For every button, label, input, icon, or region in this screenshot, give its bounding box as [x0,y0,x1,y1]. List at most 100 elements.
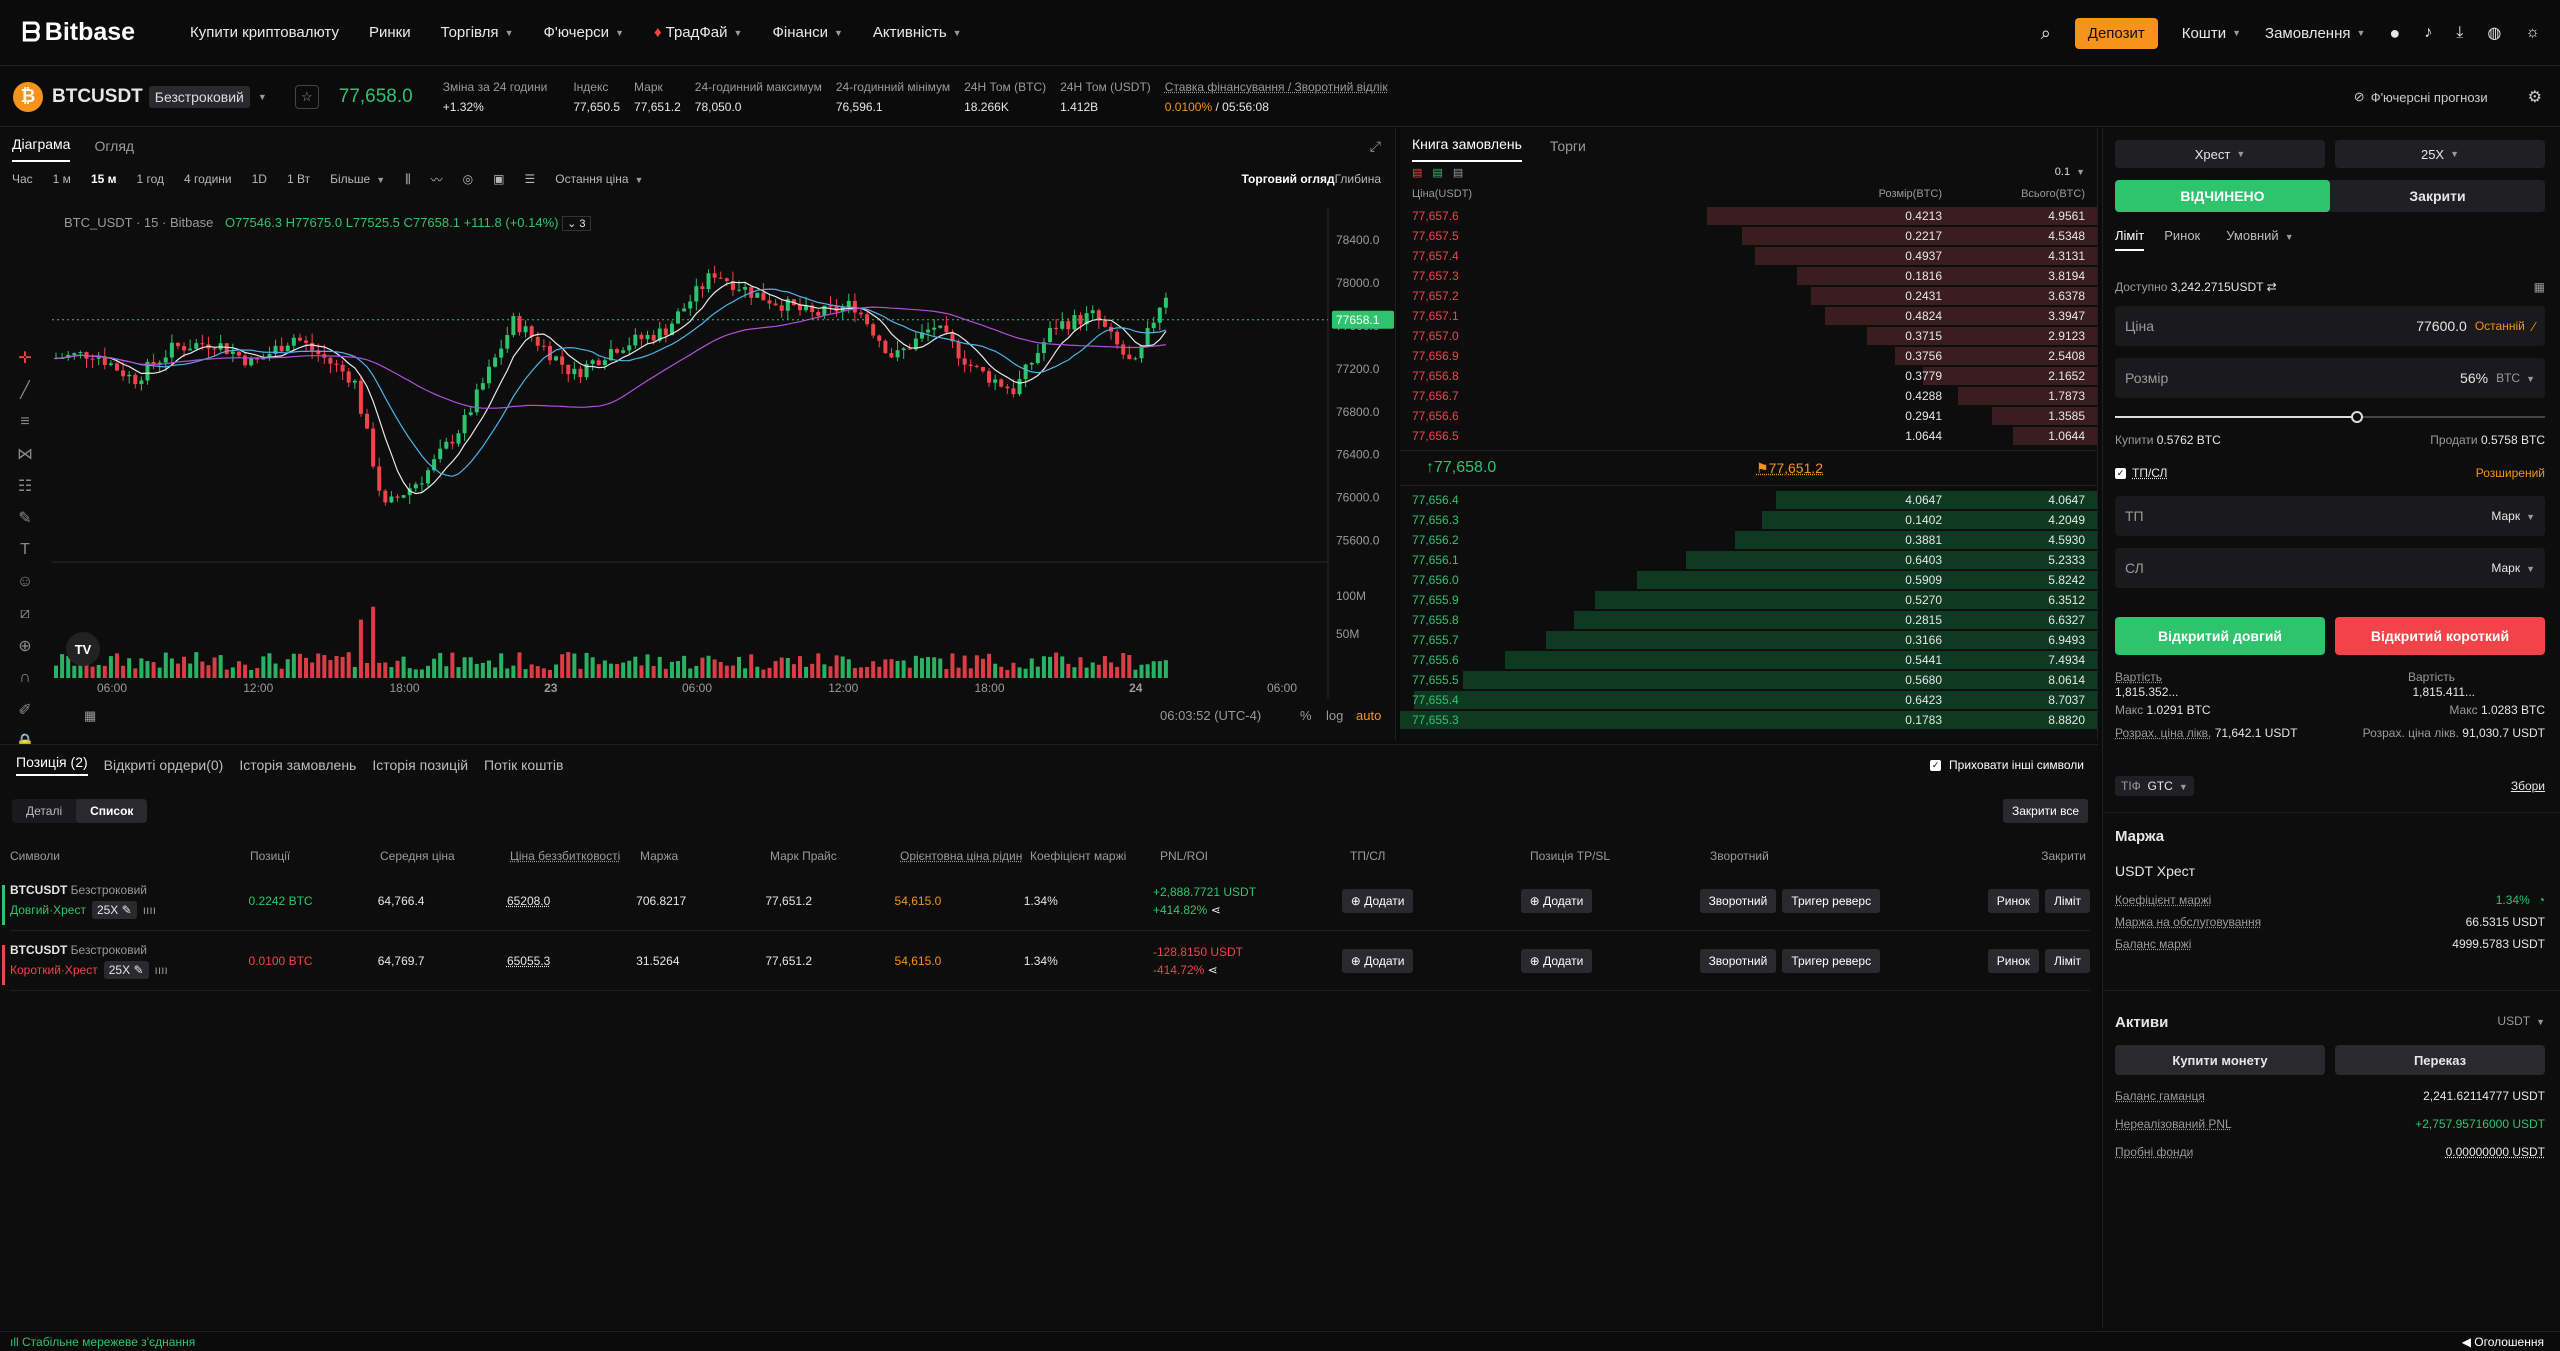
reverse-button[interactable]: Зворотний [1700,889,1777,913]
ask-row[interactable]: 77,657.3 0.1816 3.8194 [1400,266,2097,286]
bid-row[interactable]: 77,655.7 0.3166 6.9493 [1400,630,2097,650]
alert-icon[interactable]: ◎ [463,172,473,186]
bid-row[interactable]: 77,656.2 0.3881 4.5930 [1400,530,2097,550]
interval-1h[interactable]: 1 год [137,172,165,186]
close-market-button[interactable]: Ринок [1988,889,2039,913]
leverage-badge[interactable]: 25X ✎ [104,961,149,979]
share-icon[interactable]: ⋖ [1211,903,1221,917]
advanced-link[interactable]: Розширений [2476,466,2545,480]
deposit-button[interactable]: Депозит [2075,18,2158,49]
tab-order-history[interactable]: Історія замовлень [239,757,356,773]
size-slider[interactable] [2115,409,2545,425]
tab-chart[interactable]: Діаграма [12,136,70,162]
order-type-market[interactable]: Ринок [2164,228,2200,251]
size-input[interactable]: Розмір 56% BTC ▼ [2115,358,2545,398]
book-view-both-icon[interactable]: ▤ [1412,166,1422,179]
calculator-icon[interactable]: ▦ [2534,280,2545,294]
tab-overview[interactable]: Огляд [94,138,134,162]
log-toggle[interactable]: log [1326,708,1343,723]
slider-handle[interactable] [2351,411,2363,423]
ask-row[interactable]: 77,656.9 0.3756 2.5408 [1400,346,2097,366]
position-symbol[interactable]: BTCUSDT Безстроковий Довгий·Хрест 25X ✎ … [10,883,249,919]
view-list[interactable]: Список [76,799,147,823]
tab-positions[interactable]: Позиція (2) [16,754,88,776]
bid-row[interactable]: 77,655.9 0.5270 6.3512 [1400,590,2097,610]
fees-link[interactable]: Збори [2511,779,2545,793]
ask-row[interactable]: 77,657.2 0.2431 3.6378 [1400,286,2097,306]
share-icon[interactable]: ⋖ [1208,963,1218,977]
nav-markets[interactable]: Ринки [369,24,411,41]
globe-icon[interactable]: ◍ [2487,23,2501,43]
camera-icon[interactable]: ▣ [493,172,504,186]
interval-time[interactable]: Час [12,172,33,186]
tradingview-toggle[interactable]: Торговий огляд [1241,172,1334,186]
announcements-link[interactable]: ◀ Оголошення [2462,1335,2544,1349]
price-input[interactable]: Ціна 77600.0 Останній ⁄ [2115,306,2545,346]
percent-icon[interactable]: ⁄ [2533,319,2535,334]
order-type-limit[interactable]: Ліміт [2115,228,2144,251]
position-symbol[interactable]: BTCUSDT Безстроковий Короткий·Хрест 25X … [10,943,249,979]
bid-row[interactable]: 77,655.8 0.2815 6.6327 [1400,610,2097,630]
view-details[interactable]: Деталі [12,799,76,823]
candles-icon[interactable]: ⫼ [405,172,411,187]
favorite-star-icon[interactable]: ☆ [295,85,319,109]
nav-finance[interactable]: Фінанси ▼ [772,24,842,41]
interval-more[interactable]: Більше ▼ [330,172,385,186]
pattern-icon[interactable]: ⋈ [13,442,37,466]
bitbase-logo[interactable]: ᗷ Bitbase [22,17,190,49]
user-icon[interactable]: ● [2389,23,2400,44]
crosshair-icon[interactable]: ✛ [13,346,37,370]
leverage-badge[interactable]: 25X ✎ [92,901,137,919]
open-tab[interactable]: ВІДЧИНЕНО [2115,180,2330,212]
bid-row[interactable]: 77,656.1 0.6403 5.2333 [1400,550,2097,570]
interval-1d[interactable]: 1D [252,172,267,186]
tab-open-orders[interactable]: Відкриті ордери(0) [104,757,224,773]
theme-icon[interactable]: ☼ [2525,24,2540,42]
orders-menu[interactable]: Замовлення ▼ [2265,25,2365,42]
ask-row[interactable]: 77,657.0 0.3715 2.9123 [1400,326,2097,346]
close-tab[interactable]: Закрити [2330,180,2545,212]
trigger-reverse-button[interactable]: Тригер реверс [1782,949,1880,973]
bid-row[interactable]: 77,656.0 0.5909 5.8242 [1400,570,2097,590]
settings-icon[interactable]: ⚙ [2528,87,2542,107]
open-long-button[interactable]: Відкритий довгий [2115,617,2325,655]
wallet-menu[interactable]: Кошти ▼ [2182,25,2241,42]
close-all-button[interactable]: Закрити все [2003,799,2088,823]
bid-row[interactable]: 77,655.4 0.6423 8.7037 [1400,690,2097,710]
close-limit-button[interactable]: Ліміт [2045,949,2090,973]
trendline-icon[interactable]: ╱ [13,378,37,402]
interval-15m[interactable]: 15 м [91,172,117,186]
interval-1m[interactable]: 1 м [53,172,71,186]
bid-row[interactable]: 77,655.3 0.1783 8.8820 [1400,710,2097,730]
futures-forecast-link[interactable]: Ф'ючерсні прогнози [2371,90,2488,105]
chevron-down-icon[interactable]: ▼ [258,92,267,102]
tp-input[interactable]: ТП Марк ▼ [2115,496,2545,536]
close-limit-button[interactable]: Ліміт [2045,889,2090,913]
sl-trigger-select[interactable]: Марк ▼ [2491,561,2535,575]
tpsl-checkbox[interactable]: ✓ [2115,468,2126,479]
close-market-button[interactable]: Ринок [1988,949,2039,973]
price-source-select[interactable]: Остання ціна ▼ [555,172,643,186]
tp-trigger-select[interactable]: Марк ▼ [2491,509,2535,523]
expand-icon[interactable]: ⤢ [1370,138,1381,155]
ruler-icon[interactable]: ⧄ [13,602,37,626]
transfer-button[interactable]: Переказ [2335,1045,2545,1075]
transfer-icon[interactable]: ⇄ [2267,280,2277,294]
buy-coin-button[interactable]: Купити монету [2115,1045,2325,1075]
search-icon[interactable]: ⌕ [2041,23,2051,44]
asset-unit-select[interactable]: USDT ▼ [2497,1014,2545,1031]
bid-row[interactable]: 77,656.4 4.0647 4.0647 [1400,490,2097,510]
percent-toggle[interactable]: % [1300,708,1312,723]
fib-icon[interactable]: ☷ [13,474,37,498]
nav-activity[interactable]: Активність ▼ [873,24,962,41]
ask-row[interactable]: 77,657.5 0.2217 4.5348 [1400,226,2097,246]
reverse-button[interactable]: Зворотний [1700,949,1777,973]
hide-others-toggle[interactable]: ✓ Приховати інші символи [1930,758,2084,772]
nav-buy-crypto[interactable]: Купити криптовалюту [190,24,339,41]
ask-row[interactable]: 77,657.6 0.4213 4.9561 [1400,206,2097,226]
ask-row[interactable]: 77,656.5 1.0644 1.0644 [1400,426,2097,446]
horizontal-lines-icon[interactable]: ≡ [13,410,37,434]
emoji-icon[interactable]: ☺ [13,570,37,594]
interval-4h[interactable]: 4 години [184,172,232,186]
size-unit-select[interactable]: BTC ▼ [2496,371,2535,385]
